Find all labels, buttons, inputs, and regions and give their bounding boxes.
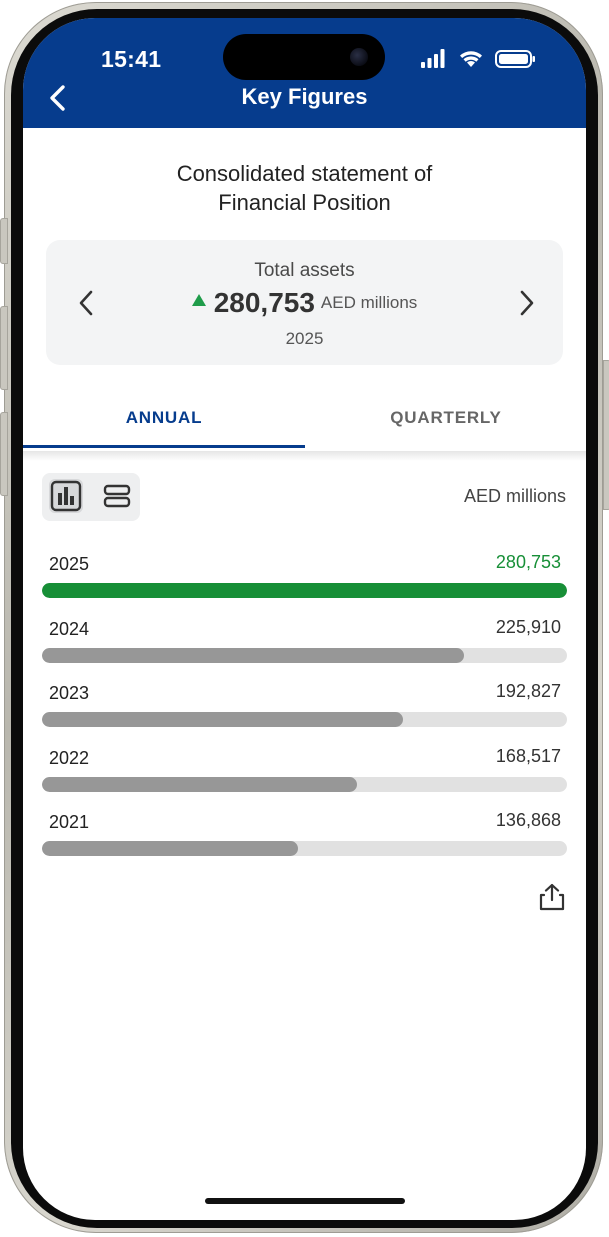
bar-fill xyxy=(42,776,358,792)
metric-value: 280,753 xyxy=(213,287,315,318)
bar-fill xyxy=(42,583,567,598)
wifi-icon xyxy=(460,51,482,67)
chart-view-button[interactable] xyxy=(49,479,83,513)
bar-year-label: 2024 xyxy=(49,618,90,639)
bar-track xyxy=(42,776,567,792)
bar-year-label: 2025 xyxy=(49,554,90,574)
bar-fill xyxy=(42,712,403,727)
app-header: 15:41 Key Figures xyxy=(23,18,586,128)
bar-value-label: 192,827 xyxy=(495,681,561,701)
bar-track xyxy=(42,647,567,663)
cellular-signal-icon xyxy=(421,49,445,68)
camera-icon xyxy=(350,48,368,66)
metric-year: 2025 xyxy=(285,329,324,348)
page-title: Key Figures xyxy=(241,84,368,109)
next-metric-chevron-icon[interactable] xyxy=(515,288,539,318)
home-indicator xyxy=(205,1198,405,1204)
action-button xyxy=(0,218,8,264)
bar-row-2021: 2021 136,868 xyxy=(42,808,567,873)
bar-value-label: 168,517 xyxy=(495,745,561,766)
bar-track xyxy=(42,583,567,598)
volume-down-button xyxy=(0,412,8,496)
metric-label: Total assets xyxy=(254,260,355,281)
bar-chart: 2025 280,753 2024 225,910 2023 192,827 2… xyxy=(42,550,567,873)
list-view-icon xyxy=(103,484,131,508)
volume-up-button xyxy=(0,306,8,390)
bar-row-2024: 2024 225,910 xyxy=(42,615,567,680)
power-button xyxy=(603,360,609,510)
bar-year-label: 2021 xyxy=(49,812,90,832)
bar-chart-icon xyxy=(50,480,82,512)
bar-year-label: 2022 xyxy=(49,747,90,768)
view-toggle xyxy=(42,473,140,521)
list-view-button[interactable] xyxy=(100,479,134,513)
statement-title-line1: Consolidated statement of xyxy=(176,161,433,186)
bar-row-2025: 2025 280,753 xyxy=(42,550,567,615)
trend-up-icon xyxy=(191,294,206,306)
bar-fill xyxy=(42,647,465,663)
bar-year-label: 2023 xyxy=(49,683,90,703)
bar-value-label: 225,910 xyxy=(495,616,561,637)
bar-fill xyxy=(42,841,298,856)
period-tabs: ANNUAL QUARTERLY xyxy=(23,393,586,451)
tab-annual[interactable]: ANNUAL xyxy=(23,393,305,451)
summary-card: Total assets 280,753 AED millions 2025 xyxy=(46,240,563,365)
bar-track xyxy=(42,841,567,856)
bar-row-2022: 2022 168,517 xyxy=(42,744,567,809)
metric-value-row: 280,753 AED millions xyxy=(46,287,563,319)
status-time: 15:41 xyxy=(101,46,162,72)
metric-unit: AED millions xyxy=(320,293,418,312)
tab-divider xyxy=(23,451,586,461)
active-tab-indicator xyxy=(23,445,305,448)
tab-quarterly[interactable]: QUARTERLY xyxy=(305,393,586,451)
app-screen: 15:41 Key Figures Consolidated statement… xyxy=(23,18,586,1220)
chart-unit-label: AED millions xyxy=(463,486,566,506)
share-icon[interactable] xyxy=(537,882,567,912)
statement-heading: Consolidated statement of Financial Posi… xyxy=(23,159,586,217)
bar-row-2023: 2023 192,827 xyxy=(42,679,567,744)
bar-track xyxy=(42,712,567,727)
dynamic-island xyxy=(223,34,385,80)
status-icons xyxy=(421,49,535,68)
bar-value-label: 136,868 xyxy=(495,810,561,830)
battery-icon xyxy=(495,50,535,68)
statement-title-line2: Financial Position xyxy=(218,190,391,215)
bar-value-label: 280,753 xyxy=(495,552,561,572)
